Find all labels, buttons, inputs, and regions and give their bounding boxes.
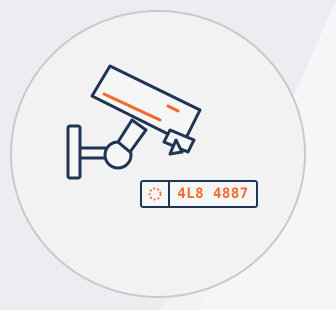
- plate-number: 4L8 4887: [177, 186, 249, 202]
- security-camera-icon: [66, 64, 202, 180]
- license-plate: 4L8 4887: [140, 180, 258, 208]
- plate-seal-icon: [142, 182, 170, 206]
